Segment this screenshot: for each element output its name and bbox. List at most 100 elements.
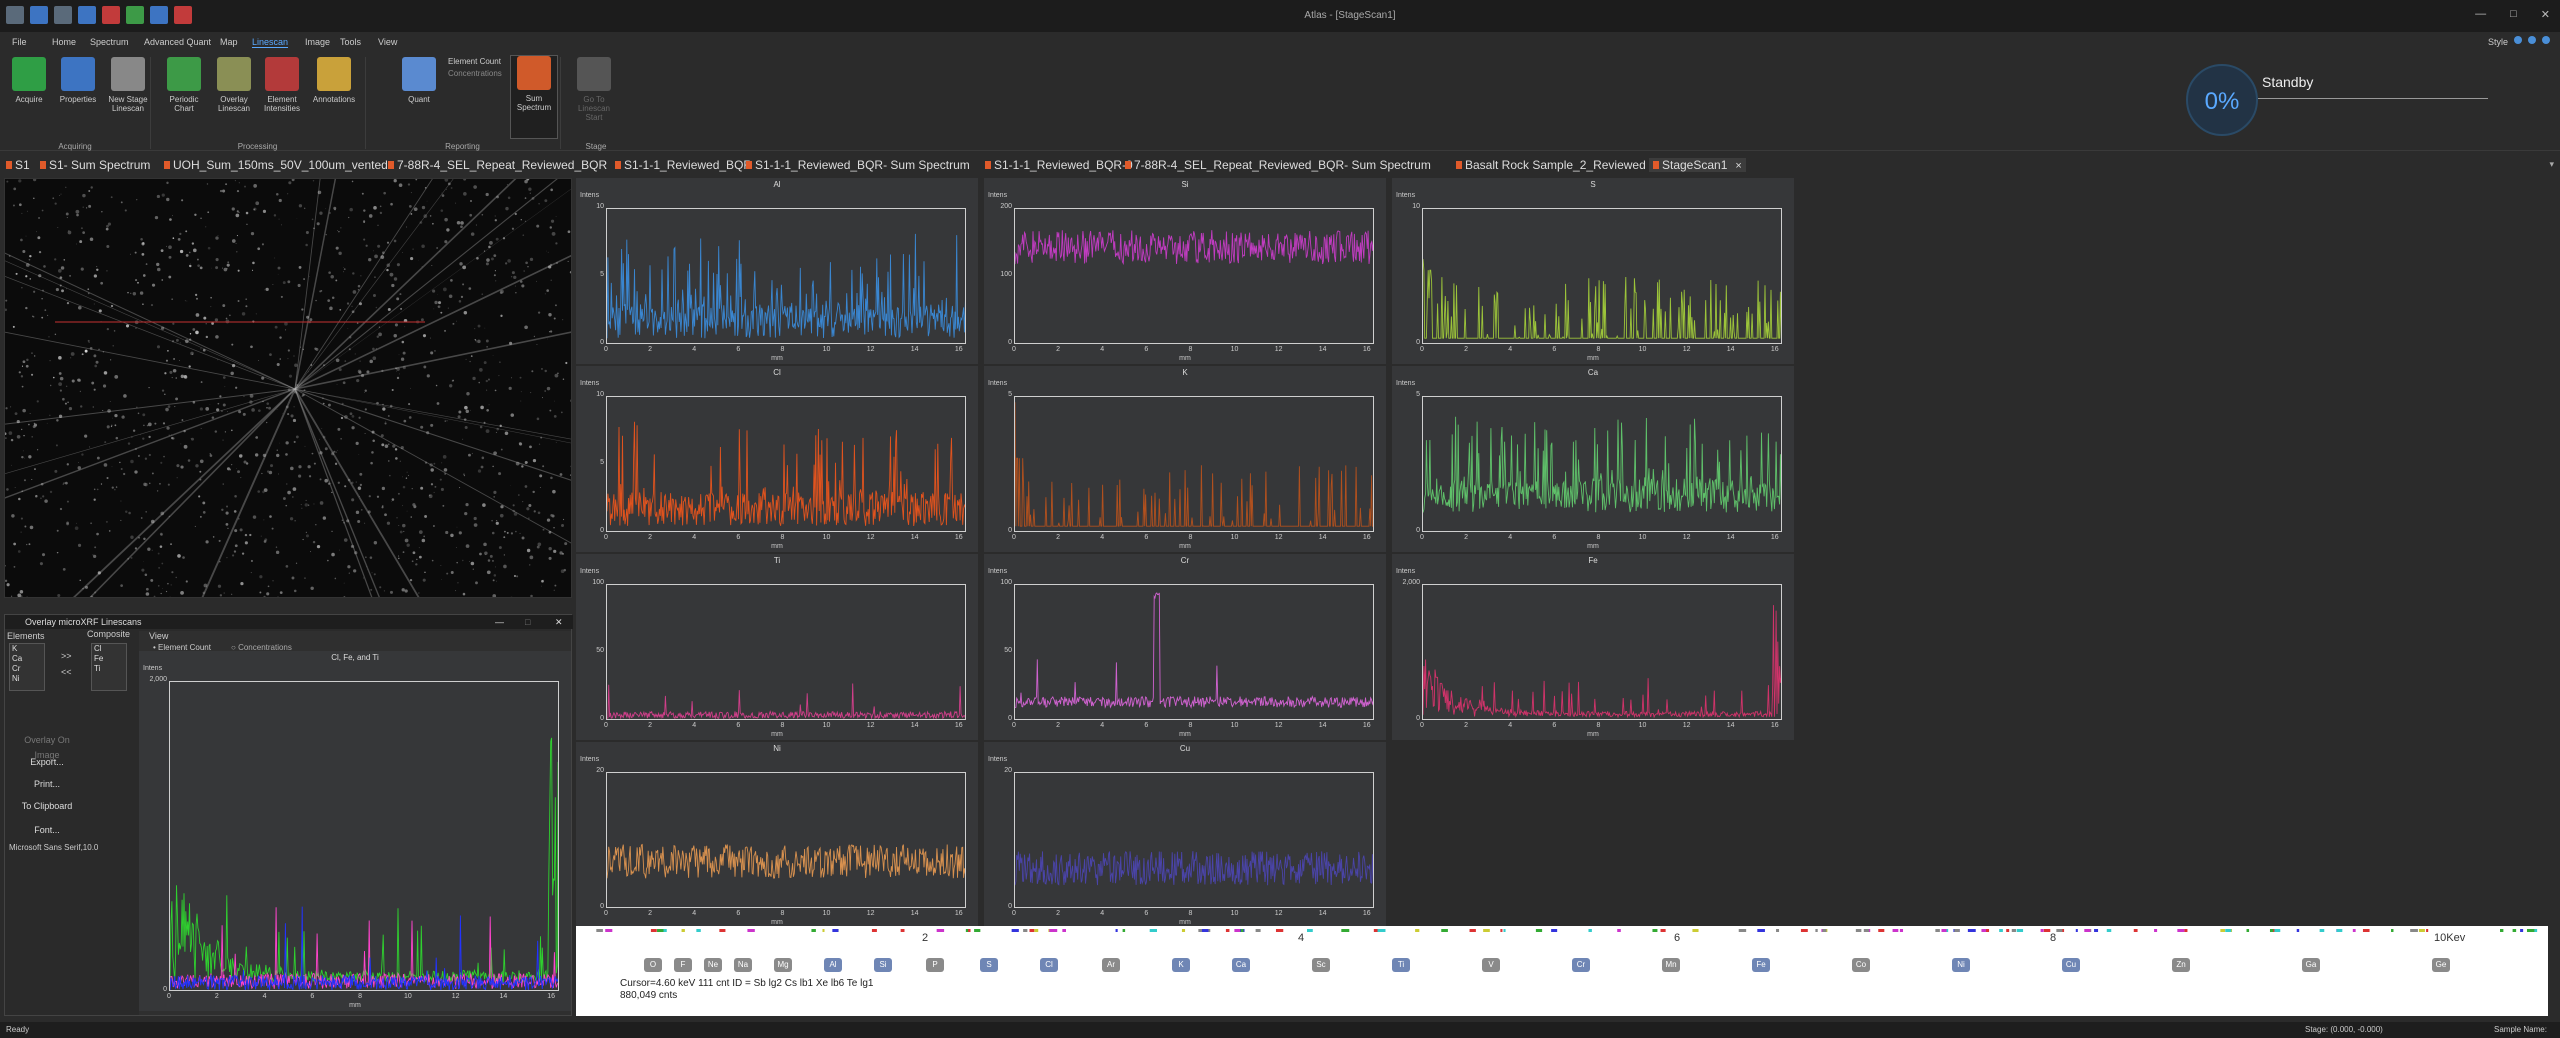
ribbon-periodic-chart-icon <box>167 57 201 91</box>
overlay-to-clipboard-button[interactable]: To Clipboard <box>11 799 83 814</box>
element-marker-ni[interactable]: Ni <box>1952 958 1970 972</box>
linescan-ca-plot-area[interactable] <box>1422 396 1782 532</box>
overlay-plot-area[interactable] <box>169 681 559 991</box>
element-marker-ti[interactable]: Ti <box>1392 958 1410 972</box>
menu-image[interactable]: Image <box>305 37 330 47</box>
element-marker-ne[interactable]: Ne <box>704 958 722 972</box>
element-marker-ar[interactable]: Ar <box>1102 958 1120 972</box>
linescan-ni-plot-area[interactable] <box>606 772 966 908</box>
composite-list[interactable]: Cl Fe Ti <box>91 643 127 691</box>
move-left-button[interactable]: << <box>61 667 72 677</box>
elements-list-item[interactable]: Cr <box>10 664 44 674</box>
linescan-cr-plot-area[interactable] <box>1014 584 1374 720</box>
element-marker-na[interactable]: Na <box>734 958 752 972</box>
element-marker-cl[interactable]: Cl <box>1040 958 1058 972</box>
linescan-s-x-tick: 0 <box>1420 346 1424 353</box>
doc-tab[interactable]: StageScan1 × <box>1649 158 1746 172</box>
linescan-si-plot-area[interactable] <box>1014 208 1374 344</box>
composite-list-item[interactable]: Ti <box>92 664 126 674</box>
ribbon-sum-spectrum-button[interactable]: Sum Spectrum <box>510 55 558 139</box>
element-marker-o[interactable]: O <box>644 958 662 972</box>
element-marker-zn[interactable]: Zn <box>2172 958 2190 972</box>
menu-file[interactable]: File <box>12 37 27 47</box>
overlay-print-button[interactable]: Print... <box>11 777 83 792</box>
element-marker-ge[interactable]: Ge <box>2432 958 2450 972</box>
element-marker-al[interactable]: Al <box>824 958 842 972</box>
linescan-k-plot-area[interactable] <box>1014 396 1374 532</box>
linescan-s-plot-area[interactable] <box>1422 208 1782 344</box>
overlay-close-icon[interactable]: ✕ <box>555 615 563 629</box>
linescan-al-series-path <box>607 233 965 339</box>
element-marker-cr[interactable]: Cr <box>1572 958 1590 972</box>
doc-tab[interactable]: S1- Sum Spectrum <box>40 158 150 172</box>
element-marker-fe[interactable]: Fe <box>1752 958 1770 972</box>
ribbon-periodic-chart-button[interactable]: Periodic Chart <box>160 57 208 113</box>
element-marker-f[interactable]: F <box>674 958 692 972</box>
info-icon[interactable] <box>2528 36 2536 44</box>
element-marker-k[interactable]: K <box>1172 958 1190 972</box>
element-count-option[interactable]: Element Count <box>448 57 501 66</box>
menu-tools[interactable]: Tools <box>340 37 361 47</box>
ribbon-quant-button[interactable]: Quant <box>395 57 443 104</box>
doc-tab[interactable]: S1 <box>6 158 30 172</box>
element-marker-p[interactable]: P <box>926 958 944 972</box>
menu-spectrum[interactable]: Spectrum <box>90 37 129 47</box>
composite-list-item[interactable]: Fe <box>92 654 126 664</box>
sample-image[interactable] <box>4 178 572 598</box>
overlay-export-button[interactable]: Export... <box>11 755 83 770</box>
menu-view[interactable]: View <box>378 37 397 47</box>
linescan-al-x-tick: 14 <box>910 346 919 353</box>
composite-list-item[interactable]: Cl <box>92 644 126 654</box>
style-menu[interactable]: Style <box>2488 37 2508 47</box>
linescan-fe-plot-area[interactable] <box>1422 584 1782 720</box>
element-marker-cu[interactable]: Cu <box>2062 958 2080 972</box>
linescan-cu-plot-area[interactable] <box>1014 772 1374 908</box>
element-marker-ca[interactable]: Ca <box>1232 958 1250 972</box>
linescan-k-chart-title: K <box>1182 368 1188 377</box>
elements-list[interactable]: K Ca Cr Ni <box>9 643 45 691</box>
doc-tab[interactable]: Basalt Rock Sample_2_Reviewed <box>1456 158 1646 172</box>
menu-advanced-quant[interactable]: Advanced Quant <box>144 37 211 47</box>
element-marker-mg[interactable]: Mg <box>774 958 792 972</box>
ribbon-new-stage-linescan-button[interactable]: New Stage Linescan <box>104 57 152 113</box>
doc-tab[interactable]: S1-1-1_Reviewed_BQR-0 <box>985 158 1133 172</box>
concentrations-option[interactable]: Concentrations <box>448 69 502 78</box>
elements-list-item[interactable]: K <box>10 644 44 654</box>
settings-icon[interactable] <box>2542 36 2550 44</box>
menu-linescan[interactable]: Linescan <box>252 37 289 48</box>
linescan-cl-plot-area[interactable] <box>606 396 966 532</box>
elements-list-item[interactable]: Ni <box>10 674 44 684</box>
element-marker-s[interactable]: S <box>980 958 998 972</box>
doc-tab[interactable]: 7-88R-4_SEL_Repeat_Reviewed_BQR- Sum Spe… <box>1125 158 1431 172</box>
help-icon[interactable] <box>2514 36 2522 44</box>
element-marker-ga[interactable]: Ga <box>2302 958 2320 972</box>
tabs-overflow-chevron-icon[interactable]: ▾ <box>2549 159 2554 170</box>
element-marker-sc[interactable]: Sc <box>1312 958 1330 972</box>
linescan-al-plot-area[interactable] <box>606 208 966 344</box>
doc-tab[interactable]: UOH_Sum_150ms_50V_100um_vented <box>164 158 388 172</box>
element-marker-si[interactable]: Si <box>874 958 892 972</box>
close-icon[interactable]: ✕ <box>2541 8 2550 21</box>
move-right-button[interactable]: >> <box>61 651 72 661</box>
element-marker-v[interactable]: V <box>1482 958 1500 972</box>
ribbon-overlay-linescan-button[interactable]: Overlay Linescan <box>210 57 258 113</box>
ribbon-annotations-button[interactable]: Annotations <box>310 57 358 104</box>
maximize-icon[interactable]: □ <box>2510 8 2517 21</box>
doc-tab[interactable]: S1-1-1_Reviewed_BQR <box>615 158 752 172</box>
minimize-icon[interactable]: — <box>2475 8 2486 21</box>
ribbon-element-intensities-button[interactable]: Element Intensities <box>258 57 306 113</box>
doc-tab[interactable]: 7-88R-4_SEL_Repeat_Reviewed_BQR <box>388 158 607 172</box>
elements-list-item[interactable]: Ca <box>10 654 44 664</box>
spectrum-view[interactable]: 2 4 6 8 10Kev O F Ne Na Mg Al Si P S Cl Ar K Ca Sc Ti V Cr Mn… <box>576 926 2548 1016</box>
overlay-minimize-icon[interactable]: — <box>495 615 504 629</box>
menu-map[interactable]: Map <box>220 37 238 47</box>
doc-tab[interactable]: S1-1-1_Reviewed_BQR- Sum Spectrum <box>746 158 970 172</box>
element-marker-co[interactable]: Co <box>1852 958 1870 972</box>
element-marker-mn[interactable]: Mn <box>1662 958 1680 972</box>
overlay-font-button[interactable]: Font... <box>11 823 83 838</box>
linescan-ti-plot-area[interactable] <box>606 584 966 720</box>
menu-home[interactable]: Home <box>52 37 76 47</box>
ribbon-properties-button[interactable]: Properties <box>54 57 102 104</box>
tab-close-icon[interactable]: × <box>1735 160 1741 172</box>
ribbon-acquire-button[interactable]: Acquire <box>5 57 53 104</box>
